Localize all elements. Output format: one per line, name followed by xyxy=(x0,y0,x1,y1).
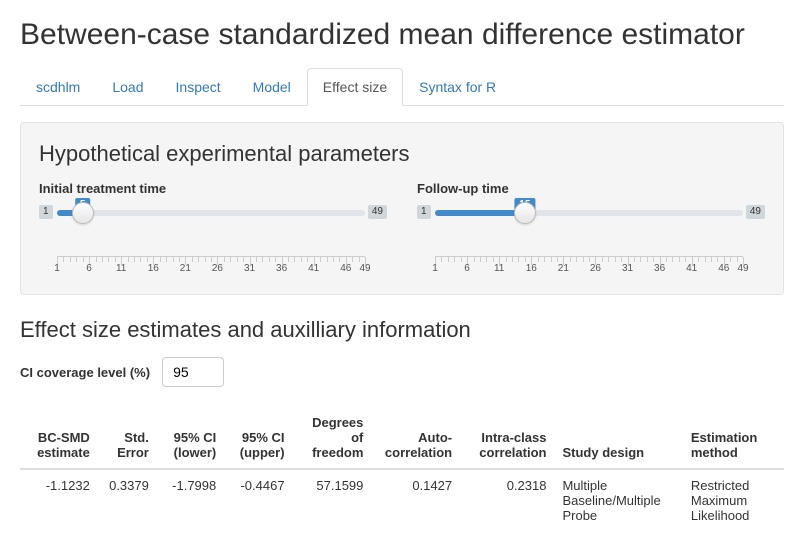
slider-handle[interactable] xyxy=(514,202,536,224)
parameters-heading: Hypothetical experimental parameters xyxy=(39,141,765,167)
col-std-error: Std. Error xyxy=(98,407,157,469)
tick-label: 6 xyxy=(464,263,470,274)
col-ci-upper: 95% CI (upper) xyxy=(224,407,292,469)
tick-label: 11 xyxy=(116,263,126,274)
tick-label: 21 xyxy=(558,263,569,274)
tick-label: 1 xyxy=(432,263,438,274)
col-design: Study design xyxy=(554,407,682,469)
slider-max-badge: 49 xyxy=(368,205,387,219)
tab-inspect[interactable]: Inspect xyxy=(160,68,237,106)
tick-label: 49 xyxy=(359,263,370,274)
cell-method: Restricted Maximum Likelihood xyxy=(683,469,784,531)
tick-label: 41 xyxy=(308,263,319,274)
tab-effect-size[interactable]: Effect size xyxy=(307,68,403,106)
followup-time-slider-group: Follow-up time 1 49 15 16111621263136414… xyxy=(417,181,765,276)
tab-model[interactable]: Model xyxy=(237,68,307,106)
cell-std-error: 0.3379 xyxy=(98,469,157,531)
tab-scdhlm[interactable]: scdhlm xyxy=(20,68,96,106)
initial-treatment-label: Initial treatment time xyxy=(39,181,387,196)
col-ci-lower: 95% CI (lower) xyxy=(157,407,224,469)
estimates-table: BC-SMD estimate Std. Error 95% CI (lower… xyxy=(20,407,784,531)
tick-label: 36 xyxy=(654,263,665,274)
cell-autocorr: 0.1427 xyxy=(371,469,460,531)
tick-label: 26 xyxy=(590,263,601,274)
ci-coverage-input[interactable] xyxy=(162,357,224,387)
followup-time-slider[interactable]: 1 49 15 xyxy=(417,202,765,228)
tick-label: 31 xyxy=(622,263,633,274)
slider-max-badge: 49 xyxy=(746,205,765,219)
ci-coverage-label: CI coverage level (%) xyxy=(20,365,150,380)
cell-ci-lower: -1.7998 xyxy=(157,469,224,531)
slider-handle[interactable] xyxy=(72,202,94,224)
cell-design: Multiple Baseline/Multiple Probe xyxy=(554,469,682,531)
tick-label: 1 xyxy=(54,263,60,274)
slider-min-badge: 1 xyxy=(39,205,53,219)
tick-label: 21 xyxy=(180,263,191,274)
tab-load[interactable]: Load xyxy=(96,68,159,106)
parameters-panel: Hypothetical experimental parameters Ini… xyxy=(20,122,784,295)
col-bc-smd: BC-SMD estimate xyxy=(20,407,98,469)
col-dof: Degrees of freedom xyxy=(293,407,372,469)
tick-label: 26 xyxy=(212,263,223,274)
initial-treatment-slider-group: Initial treatment time 1 49 5 1611162126… xyxy=(39,181,387,276)
tab-syntax-for-r[interactable]: Syntax for R xyxy=(403,68,512,106)
tick-label: 49 xyxy=(737,263,748,274)
nav-tabs: scdhlmLoadInspectModelEffect sizeSyntax … xyxy=(20,68,784,106)
col-autocorr: Auto-correlation xyxy=(371,407,460,469)
slider-min-badge: 1 xyxy=(417,205,431,219)
tick-label: 46 xyxy=(340,263,351,274)
cell-bc-smd: -1.1232 xyxy=(20,469,98,531)
tick-label: 16 xyxy=(148,263,159,274)
tick-label: 41 xyxy=(686,263,697,274)
followup-time-label: Follow-up time xyxy=(417,181,765,196)
estimates-heading: Effect size estimates and auxilliary inf… xyxy=(20,317,784,343)
tick-label: 16 xyxy=(526,263,537,274)
page-title: Between-case standardized mean differenc… xyxy=(20,18,784,52)
initial-treatment-slider[interactable]: 1 49 5 xyxy=(39,202,387,228)
tick-label: 36 xyxy=(276,263,287,274)
cell-icc: 0.2318 xyxy=(460,469,554,531)
cell-dof: 57.1599 xyxy=(293,469,372,531)
tick-label: 46 xyxy=(718,263,729,274)
tick-label: 11 xyxy=(494,263,504,274)
cell-ci-upper: -0.4467 xyxy=(224,469,292,531)
table-row: -1.1232 0.3379 -1.7998 -0.4467 57.1599 0… xyxy=(20,469,784,531)
tick-label: 31 xyxy=(244,263,255,274)
col-icc: Intra-class correlation xyxy=(460,407,554,469)
tick-label: 6 xyxy=(86,263,92,274)
col-method: Estimation method xyxy=(683,407,784,469)
